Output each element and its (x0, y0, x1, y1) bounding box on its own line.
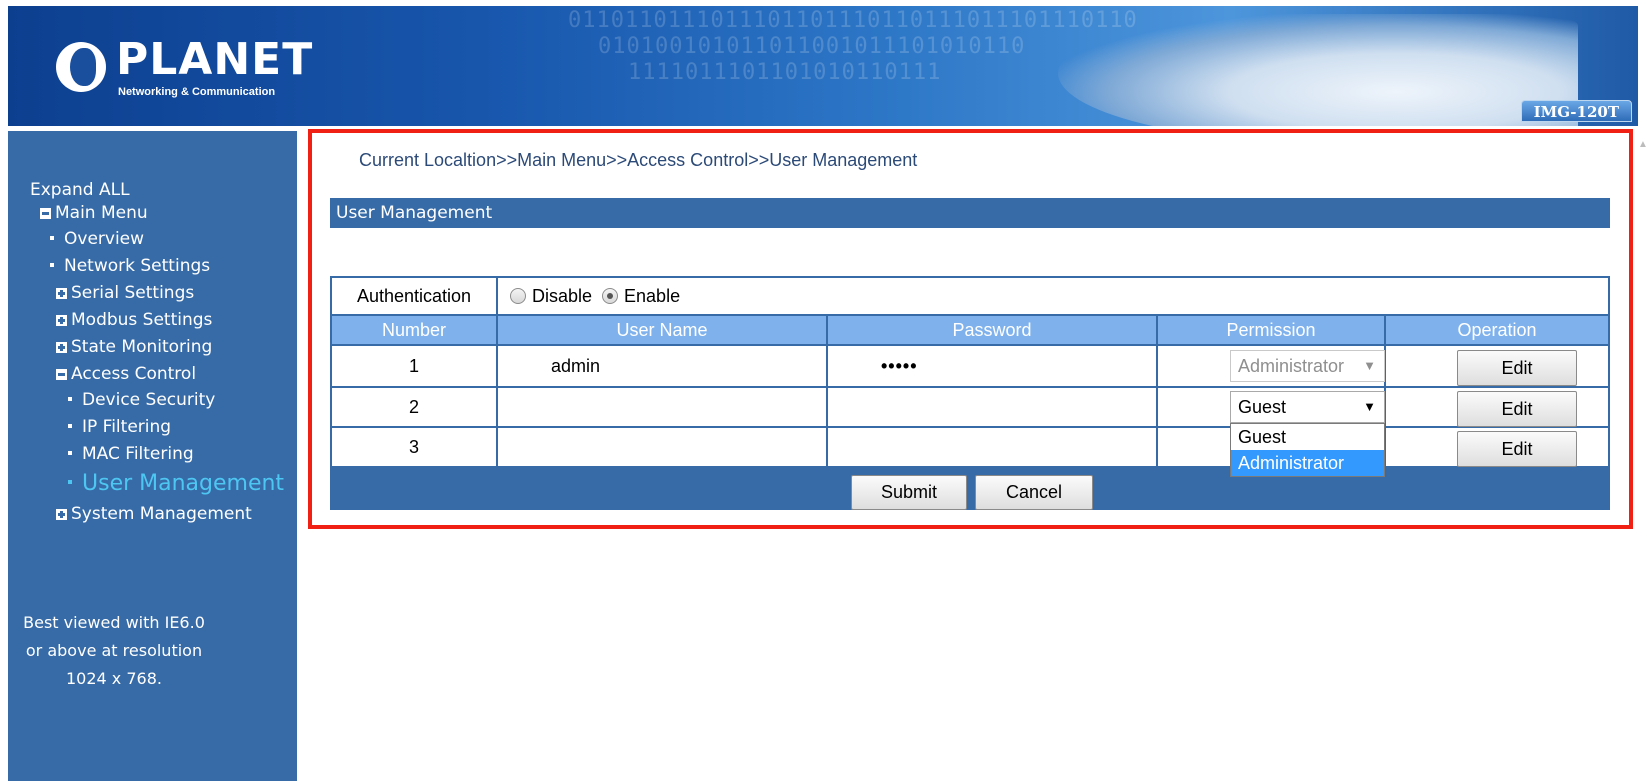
column-header: Operation (1386, 316, 1608, 344)
triangle-down-icon[interactable]: ▼ (1363, 392, 1376, 422)
minus-box-icon (56, 369, 67, 380)
breadcrumb: Current Localtion>>Main Menu>>Access Con… (359, 150, 918, 170)
sidebar-item-label: User Management (82, 471, 285, 496)
bullet-icon (68, 424, 72, 428)
sidebar-item-main-menu[interactable]: Main Menu (40, 203, 148, 223)
scroll-up-icon[interactable]: ▲ (1638, 139, 1647, 150)
row-number: 1 (332, 346, 496, 386)
table-header-row: Number User Name Password Permission Ope… (332, 316, 1608, 344)
radio-unchecked-icon[interactable] (510, 288, 526, 304)
banner-binary-decoration: 010100101011011001011101010110 (598, 34, 1026, 59)
sidebar-item-network-settings[interactable]: Network Settings (50, 256, 210, 276)
column-header: Password (828, 316, 1156, 344)
sidebar-item-user-management[interactable]: User Management (68, 471, 284, 496)
plus-box-icon (56, 509, 67, 520)
password-cell[interactable] (828, 428, 1156, 466)
permission-select-row-1: Administrator ▼ (1230, 350, 1385, 382)
header-banner: 0110110111011101101110110111011101110110… (8, 6, 1638, 126)
logo-name: PLANET (116, 34, 314, 85)
edit-button-row-1[interactable]: Edit (1457, 350, 1577, 386)
radio-checked-icon[interactable] (602, 288, 619, 304)
authentication-options: Disable Enable (498, 278, 1608, 314)
bullet-icon (68, 451, 72, 455)
column-header: User Name (498, 316, 826, 344)
sidebar-item-label: Device Security (82, 390, 216, 410)
dropdown-option-administrator[interactable]: Administrator (1231, 450, 1384, 476)
sidebar-item-label: Network Settings (64, 256, 211, 276)
column-header: Number (332, 316, 496, 344)
sidebar-item-state-monitoring[interactable]: State Monitoring (56, 337, 212, 357)
browser-note-line: 1024 x 768. (66, 669, 162, 688)
submit-button[interactable]: Submit (851, 475, 967, 510)
username-cell[interactable] (498, 428, 826, 466)
browser-note-line: or above at resolution (25, 641, 203, 660)
sidebar-item-mac-filtering[interactable]: MAC Filtering (68, 444, 194, 464)
password-cell[interactable]: ••••• (828, 346, 1156, 386)
sidebar-item-label: IP Filtering (82, 417, 172, 437)
sidebar-item-overview[interactable]: Overview (50, 229, 144, 249)
bullet-icon (68, 480, 72, 484)
user-table: Authentication Disable Enable Number Use… (330, 276, 1610, 510)
banner-binary-decoration: 0110110111011101101110110111011101110110 (568, 8, 1138, 33)
plus-box-icon (56, 342, 67, 353)
section-title: User Management (330, 198, 1610, 228)
minus-box-icon (40, 208, 51, 219)
sidebar-item-modbus-settings[interactable]: Modbus Settings (56, 310, 212, 330)
table-row: 2 (332, 388, 1608, 426)
bullet-icon (50, 236, 54, 240)
authentication-label: Authentication (332, 278, 496, 314)
sidebar-item-serial-settings[interactable]: Serial Settings (56, 283, 194, 303)
row-number: 2 (332, 388, 496, 426)
edit-button-row-3[interactable]: Edit (1457, 431, 1577, 467)
select-value: Administrator (1238, 356, 1345, 376)
username-cell[interactable] (498, 388, 826, 426)
column-header: Permission (1158, 316, 1384, 344)
sidebar-item-label: State Monitoring (71, 337, 213, 357)
authentication-row: Authentication Disable Enable (332, 278, 1608, 314)
sidebar-item-label: Access Control (71, 364, 197, 384)
sidebar-item-access-control[interactable]: Access Control (56, 364, 196, 384)
table-row: 1 admin ••••• (332, 346, 1608, 386)
bullet-icon (68, 397, 72, 401)
table-row: 3 (332, 428, 1608, 466)
dropdown-option-guest[interactable]: Guest (1231, 424, 1384, 450)
password-cell[interactable] (828, 388, 1156, 426)
sidebar-item-label: Modbus Settings (71, 310, 213, 330)
permission-select-row-2[interactable]: Guest ▼ (1230, 391, 1385, 423)
bullet-icon (50, 263, 54, 267)
sidebar-item-label: Main Menu (55, 203, 148, 223)
sidebar-item-label: System Management (71, 504, 252, 524)
edit-button-row-2[interactable]: Edit (1457, 391, 1577, 427)
model-badge: IMG-120T (1520, 100, 1632, 122)
expand-all-link[interactable]: Expand ALL (30, 180, 130, 200)
sidebar-item-ip-filtering[interactable]: IP Filtering (68, 417, 171, 437)
permission-dropdown-list: Guest Administrator (1230, 423, 1385, 477)
sidebar-item-label: MAC Filtering (82, 444, 194, 464)
browser-note: Best viewed with IE6.0 or above at resol… (14, 609, 214, 693)
auth-option-enable[interactable]: Enable (624, 286, 680, 307)
sidebar-item-device-security[interactable]: Device Security (68, 390, 215, 410)
sidebar-item-label: Serial Settings (71, 283, 195, 303)
banner-train-image (1058, 14, 1578, 126)
browser-note-line: Best viewed with IE6.0 (23, 613, 205, 632)
select-value: Guest (1238, 397, 1287, 417)
sidebar-item-label: Overview (64, 229, 145, 249)
planet-logo[interactable]: PLANET Networking & Communication (56, 36, 312, 100)
logo-tagline: Networking & Communication (118, 86, 276, 98)
username-cell[interactable]: admin (498, 346, 826, 386)
auth-option-disable[interactable]: Disable (532, 286, 592, 307)
triangle-down-icon: ▼ (1363, 358, 1376, 373)
sidebar-item-system-management[interactable]: System Management (56, 504, 252, 524)
plus-box-icon (56, 315, 67, 326)
logo-emblem-icon (56, 42, 106, 92)
cancel-button[interactable]: Cancel (975, 475, 1093, 510)
banner-binary-decoration: 1111011101101010110111 (628, 60, 942, 85)
row-number: 3 (332, 428, 496, 466)
plus-box-icon (56, 288, 67, 299)
sidebar-nav: Expand ALL Main Menu Overview Network Se… (8, 131, 297, 781)
